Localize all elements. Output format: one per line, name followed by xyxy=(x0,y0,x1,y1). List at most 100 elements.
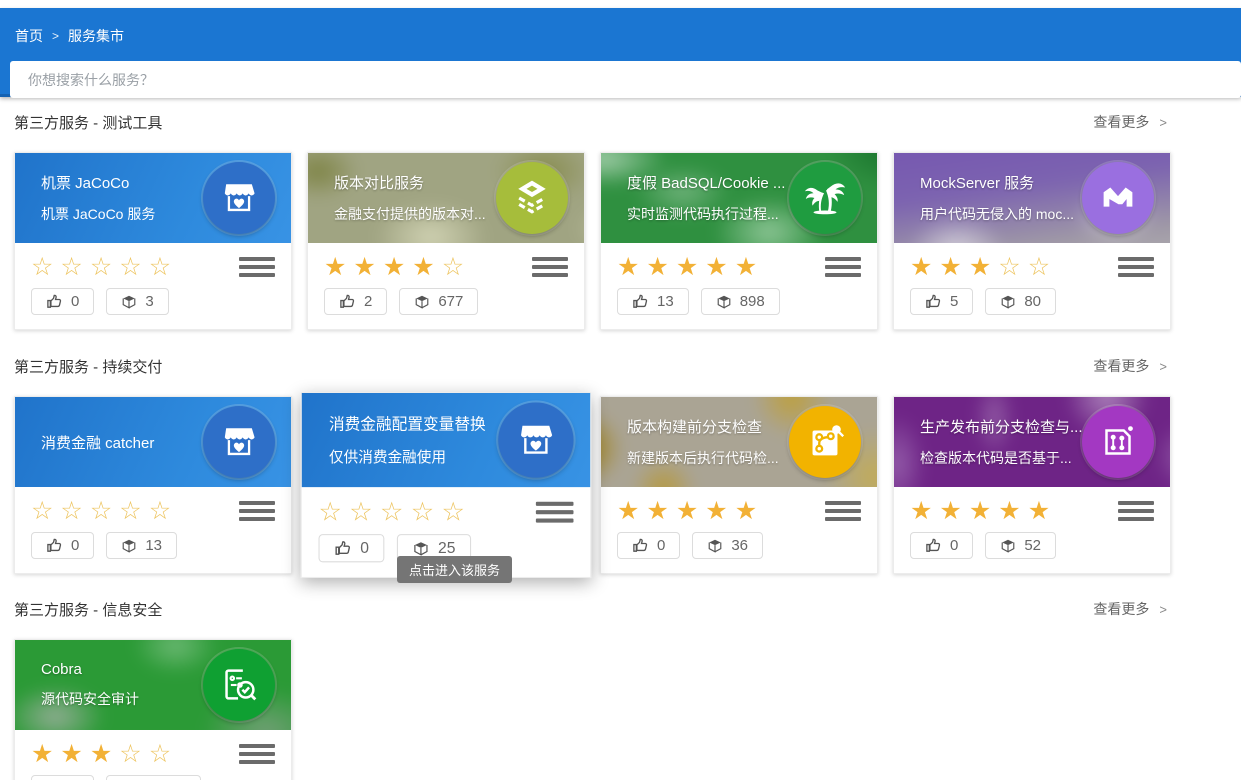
cube-icon xyxy=(413,540,430,557)
section-title: 第三方服务 - 持续交付 xyxy=(14,356,162,377)
card-menu-button[interactable] xyxy=(1118,254,1154,280)
service-card[interactable]: 版本对比服务 金融支付提供的版本对... ★★★★☆ 2 677 xyxy=(307,152,585,330)
cube-icon xyxy=(414,294,430,310)
card-title: 版本构建前分支检查 xyxy=(627,416,773,437)
card-subtitle: 仅供消费金融使用 xyxy=(329,446,482,467)
like-count: 0 xyxy=(657,537,665,554)
thumb-up-icon xyxy=(334,539,352,557)
card-title: 版本对比服务 xyxy=(334,172,480,193)
star-icon: ☆ xyxy=(90,254,112,280)
star-icon: ★ xyxy=(705,254,727,280)
like-button[interactable]: 13 xyxy=(617,288,689,315)
like-count: 13 xyxy=(657,293,674,310)
star-icon: ☆ xyxy=(442,254,464,280)
star-rating: ★★★☆☆ xyxy=(910,254,1057,280)
star-icon: ☆ xyxy=(380,499,403,526)
card-menu-button[interactable] xyxy=(536,499,574,526)
storefront-heart-icon xyxy=(498,402,573,477)
like-button[interactable]: 2 xyxy=(324,288,387,315)
breadcrumb-separator: > xyxy=(52,29,59,43)
card-menu-button[interactable] xyxy=(825,254,861,280)
card-menu-button[interactable] xyxy=(239,741,275,767)
thumb-up-icon xyxy=(339,293,356,310)
cube-icon xyxy=(716,294,732,310)
star-icon: ☆ xyxy=(149,741,171,767)
view-more-link[interactable]: 查看更多 > xyxy=(1093,599,1171,619)
card-subtitle: 金融支付提供的版本对... xyxy=(334,204,480,224)
breadcrumb-home-link[interactable]: 首页 xyxy=(15,26,43,46)
star-icon: ★ xyxy=(998,498,1020,524)
breadcrumb: 首页 > 服务集市 xyxy=(0,8,1241,46)
like-button[interactable]: 0 xyxy=(31,532,94,559)
package-button[interactable]: 13 xyxy=(106,532,177,559)
service-card[interactable]: 版本构建前分支检查 新建版本后执行代码检... ★★★★★ 0 36 xyxy=(600,396,878,574)
card-subtitle: 检查版本代码是否基于... xyxy=(920,448,1066,468)
star-rating: ☆☆☆☆☆ xyxy=(319,499,473,526)
star-rating: ★★★☆☆ xyxy=(31,741,178,767)
service-card-hovered[interactable]: 消费金融配置变量替换 仅供消费金融使用 ☆☆☆☆☆ 0 25 xyxy=(301,392,592,578)
card-menu-button[interactable] xyxy=(1118,498,1154,524)
package-count: 36 xyxy=(731,537,748,554)
card-menu-button[interactable] xyxy=(239,498,275,524)
like-button[interactable]: 5 xyxy=(910,288,973,315)
service-card[interactable]: 生产发布前分支检查与... 检查版本代码是否基于... ★★★★★ 0 52 xyxy=(893,396,1171,574)
like-button[interactable]: 0 xyxy=(319,534,385,562)
package-button[interactable]: 898 xyxy=(701,288,780,315)
star-icon: ☆ xyxy=(319,499,342,526)
card-row-testing-tools: 机票 JaCoCo 机票 JaCoCo 服务 ☆☆☆☆☆ 0 3 版本对比服务 … xyxy=(14,152,1171,330)
like-button[interactable]: 0 xyxy=(910,532,973,559)
star-icon: ★ xyxy=(939,498,961,524)
like-count: 2 xyxy=(364,293,372,310)
cube-icon xyxy=(1000,294,1016,310)
view-more-link[interactable]: 查看更多 > xyxy=(1093,112,1171,132)
service-card[interactable]: Cobra 源代码安全审计 ★★★☆☆ 6 11849 xyxy=(14,639,292,780)
card-menu-button[interactable] xyxy=(532,254,568,280)
card-subtitle: 实时监测代码执行过程... xyxy=(627,204,773,224)
package-count: 3 xyxy=(145,293,153,310)
star-rating: ☆☆☆☆☆ xyxy=(31,498,178,524)
cube-icon xyxy=(1000,538,1016,554)
chevron-right-icon: > xyxy=(1159,602,1167,617)
card-row-information-security: Cobra 源代码安全审计 ★★★☆☆ 6 11849 xyxy=(14,639,1171,780)
like-button[interactable]: 6 xyxy=(31,775,94,780)
view-more-link[interactable]: 查看更多 > xyxy=(1093,356,1171,376)
service-card[interactable]: MockServer 服务 用户代码无侵入的 moc... ★★★☆☆ 5 80 xyxy=(893,152,1171,330)
palm-trees-icon xyxy=(789,162,861,234)
card-title: 消费金融 catcher xyxy=(41,432,187,453)
package-button[interactable]: 36 xyxy=(692,532,763,559)
card-title: 度假 BadSQL/Cookie ... xyxy=(627,172,773,193)
like-button[interactable]: 0 xyxy=(617,532,680,559)
package-count: 13 xyxy=(145,537,162,554)
package-button[interactable]: 80 xyxy=(985,288,1056,315)
star-icon: ★ xyxy=(969,498,991,524)
card-subtitle: 用户代码无侵入的 moc... xyxy=(920,204,1066,224)
like-button[interactable]: 0 xyxy=(31,288,94,315)
star-icon: ☆ xyxy=(349,499,372,526)
git-branch-icon xyxy=(789,406,861,478)
star-rating: ★★★★★ xyxy=(617,498,764,524)
search-input[interactable] xyxy=(10,61,1241,98)
card-menu-button[interactable] xyxy=(825,498,861,524)
star-icon: ☆ xyxy=(119,498,141,524)
service-card[interactable]: 度假 BadSQL/Cookie ... 实时监测代码执行过程... ★★★★★… xyxy=(600,152,878,330)
star-icon: ★ xyxy=(60,741,82,767)
package-button[interactable]: 11849 xyxy=(106,775,201,780)
package-button[interactable]: 52 xyxy=(985,532,1056,559)
package-button[interactable]: 677 xyxy=(399,288,478,315)
like-count: 0 xyxy=(360,539,369,557)
service-card[interactable]: 机票 JaCoCo 机票 JaCoCo 服务 ☆☆☆☆☆ 0 3 xyxy=(14,152,292,330)
star-rating: ☆☆☆☆☆ xyxy=(31,254,178,280)
breadcrumb-current: 服务集市 xyxy=(68,26,124,46)
star-icon: ★ xyxy=(31,741,53,767)
package-button[interactable]: 3 xyxy=(106,288,168,315)
section-header-information-security: 第三方服务 - 信息安全 查看更多 > xyxy=(14,599,1171,619)
package-count: 898 xyxy=(740,293,765,310)
service-card[interactable]: 消费金融 catcher ☆☆☆☆☆ 0 13 xyxy=(14,396,292,574)
star-icon: ☆ xyxy=(149,254,171,280)
card-menu-button[interactable] xyxy=(239,254,275,280)
section-header-continuous-delivery: 第三方服务 - 持续交付 查看更多 > xyxy=(14,356,1171,376)
thumb-up-icon xyxy=(632,537,649,554)
card-title: MockServer 服务 xyxy=(920,172,1066,193)
thumb-up-icon xyxy=(925,293,942,310)
card-subtitle: 机票 JaCoCo 服务 xyxy=(41,204,187,224)
